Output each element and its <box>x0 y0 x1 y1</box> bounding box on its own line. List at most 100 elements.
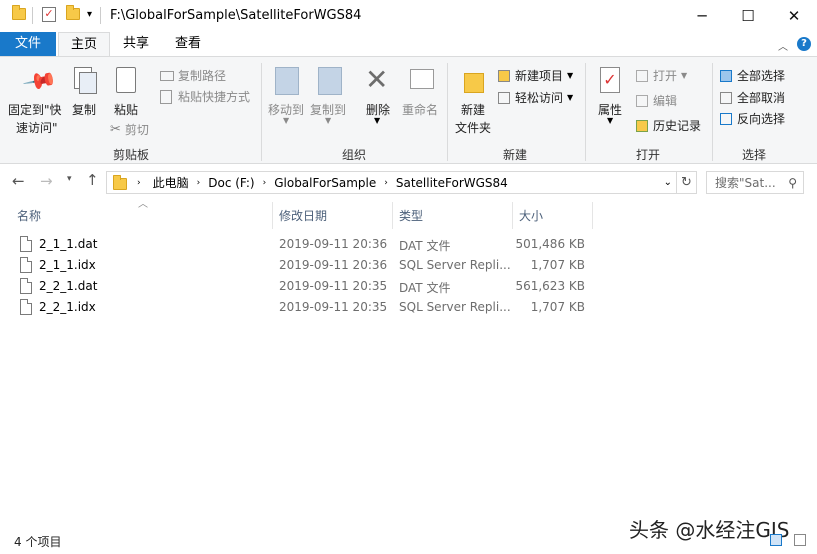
pin-to-quick-access-button[interactable]: 📌 固定到"快 速访问" <box>4 63 64 135</box>
breadcrumb-separator-icon: › <box>137 177 141 188</box>
file-name: 2_1_1.idx <box>39 258 96 272</box>
breadcrumb-this-pc[interactable]: 此电脑 <box>153 174 189 191</box>
back-arrow-icon[interactable]: ← <box>12 172 25 190</box>
details-view-icon[interactable] <box>770 534 782 546</box>
rename-button[interactable]: 重命名 <box>400 63 442 135</box>
delete-x-icon: ✕ <box>365 63 389 96</box>
file-row[interactable]: 2_1_1.dat 2019-09-11 20:36 DAT 文件 501,48… <box>0 234 817 255</box>
copy-to-button[interactable]: 复制到 ▼ <box>308 63 350 135</box>
divider <box>32 7 33 24</box>
address-dropdown-chevron-icon[interactable]: ⌄ <box>664 177 672 188</box>
properties-quick-access-icon[interactable]: ✓ <box>42 7 56 22</box>
column-header-type[interactable]: 类型 <box>399 207 423 224</box>
minimize-icon: ─ <box>697 6 707 25</box>
select-none-label: 全部取消 <box>737 91 786 105</box>
maximize-icon: ☐ <box>741 6 755 25</box>
collapse-ribbon-icon[interactable]: ︿ <box>778 38 788 53</box>
properties-button[interactable]: ✓ 属性 ▼ <box>590 63 630 135</box>
column-header-name[interactable]: 名称 <box>17 207 41 224</box>
minimize-button[interactable]: ─ <box>679 0 725 31</box>
invert-selection-label: 反向选择 <box>737 112 786 126</box>
pin-label-line2: 速访问" <box>16 121 58 135</box>
sort-ascending-icon: ︿ <box>138 199 148 210</box>
select-none-button[interactable]: 全部取消 <box>720 89 785 106</box>
file-row[interactable]: 2_1_1.idx 2019-09-11 20:36 SQL Server Re… <box>0 255 817 276</box>
history-button[interactable]: 历史记录 <box>636 117 701 134</box>
ribbon-tabs: 文件 主页 共享 查看 ︿ ? <box>0 32 817 56</box>
properties-icon: ✓ <box>600 67 620 93</box>
recent-locations-chevron-icon[interactable]: ▾ <box>67 174 72 184</box>
search-box[interactable]: 搜索"Sat... ⚲ <box>706 171 804 194</box>
file-icon <box>20 299 32 315</box>
new-item-button[interactable]: 新建项目 ▼ <box>498 67 573 84</box>
open-label: 打开 <box>653 69 678 83</box>
folder-icon <box>113 174 127 190</box>
edit-button[interactable]: 编辑 <box>636 92 677 109</box>
scissors-icon: ✂ <box>110 122 121 137</box>
select-none-icon <box>720 91 732 104</box>
new-item-icon <box>498 69 510 82</box>
file-date: 2019-09-11 20:36 <box>279 237 388 251</box>
open-button[interactable]: 打开 ▼ <box>636 67 687 84</box>
breadcrumb-drive[interactable]: Doc (F:) <box>208 176 254 190</box>
file-type: SQL Server Repli... <box>399 258 511 272</box>
help-icon[interactable]: ? <box>797 37 811 51</box>
file-row[interactable]: 2_2_1.idx 2019-09-11 20:35 SQL Server Re… <box>0 297 817 318</box>
file-row[interactable]: 2_2_1.dat 2019-09-11 20:35 DAT 文件 561,62… <box>0 276 817 297</box>
file-date: 2019-09-11 20:36 <box>279 258 388 272</box>
new-folder-button[interactable]: 新建 文件夹 <box>452 63 496 143</box>
column-divider[interactable] <box>392 202 393 229</box>
open-group-title: 打开 <box>636 148 661 162</box>
select-all-icon <box>720 69 732 82</box>
refresh-button[interactable]: ↻ <box>677 171 697 194</box>
file-date: 2019-09-11 20:35 <box>279 279 388 293</box>
organize-group-title: 组织 <box>342 148 367 162</box>
edit-label: 编辑 <box>653 94 678 108</box>
paste-button[interactable]: 粘贴 <box>108 63 144 123</box>
close-button[interactable]: ✕ <box>771 0 817 31</box>
column-divider[interactable] <box>272 202 273 229</box>
tab-home[interactable]: 主页 <box>58 32 110 56</box>
delete-button[interactable]: ✕ 删除 ▼ <box>360 63 396 135</box>
column-divider[interactable] <box>512 202 513 229</box>
cut-label: 剪切 <box>124 123 149 137</box>
tab-view[interactable]: 查看 <box>166 32 210 56</box>
breadcrumb-globalforsample[interactable]: GlobalForSample <box>274 176 376 190</box>
column-header-size[interactable]: 大小 <box>519 207 543 224</box>
invert-selection-button[interactable]: 反向选择 <box>720 110 785 127</box>
pin-icon: 📌 <box>21 63 59 100</box>
paste-shortcut-button[interactable]: 粘贴快捷方式 <box>160 88 250 105</box>
copy-button[interactable]: 复制 <box>68 63 104 123</box>
paste-shortcut-icon <box>160 89 172 104</box>
search-input[interactable]: 搜索"Sat... <box>715 174 776 191</box>
open-icon <box>636 69 648 82</box>
cut-button[interactable]: ✂ 剪切 <box>110 121 149 138</box>
group-separator <box>447 63 448 161</box>
column-divider[interactable] <box>592 202 593 229</box>
easy-access-button[interactable]: 轻松访问 ▼ <box>498 89 573 106</box>
paste-shortcut-label: 粘贴快捷方式 <box>178 90 251 104</box>
column-header-date[interactable]: 修改日期 <box>279 207 327 224</box>
tab-share[interactable]: 共享 <box>114 32 158 56</box>
invert-selection-icon <box>720 112 732 125</box>
copy-to-icon <box>318 67 342 95</box>
file-name: 2_2_1.dat <box>39 279 98 293</box>
select-all-button[interactable]: 全部选择 <box>720 67 785 84</box>
breadcrumb-separator-icon: › <box>196 177 201 188</box>
large-icons-view-icon[interactable] <box>794 534 806 546</box>
select-group-title: 选择 <box>742 148 767 162</box>
paste-icon <box>116 67 136 93</box>
customize-quick-access-chevron-icon[interactable]: ▾ <box>87 9 92 20</box>
file-size: 1,707 KB <box>530 258 585 272</box>
address-bar[interactable]: › 此电脑 › Doc (F:) › GlobalForSample › Sat… <box>106 171 677 194</box>
maximize-button[interactable]: ☐ <box>725 0 771 31</box>
forward-arrow-icon[interactable]: → <box>40 172 53 190</box>
breadcrumb-current-folder[interactable]: SatelliteForWGS84 <box>396 176 508 190</box>
up-arrow-icon[interactable]: ↑ <box>86 171 99 189</box>
tab-file[interactable]: 文件 <box>0 32 56 56</box>
copy-path-button[interactable]: 复制路径 <box>160 67 226 84</box>
move-to-button[interactable]: 移动到 ▼ <box>265 63 307 135</box>
new-folder-quick-access-icon[interactable] <box>66 5 80 20</box>
paste-label: 粘贴 <box>114 103 139 117</box>
file-size: 561,623 KB <box>515 279 585 293</box>
